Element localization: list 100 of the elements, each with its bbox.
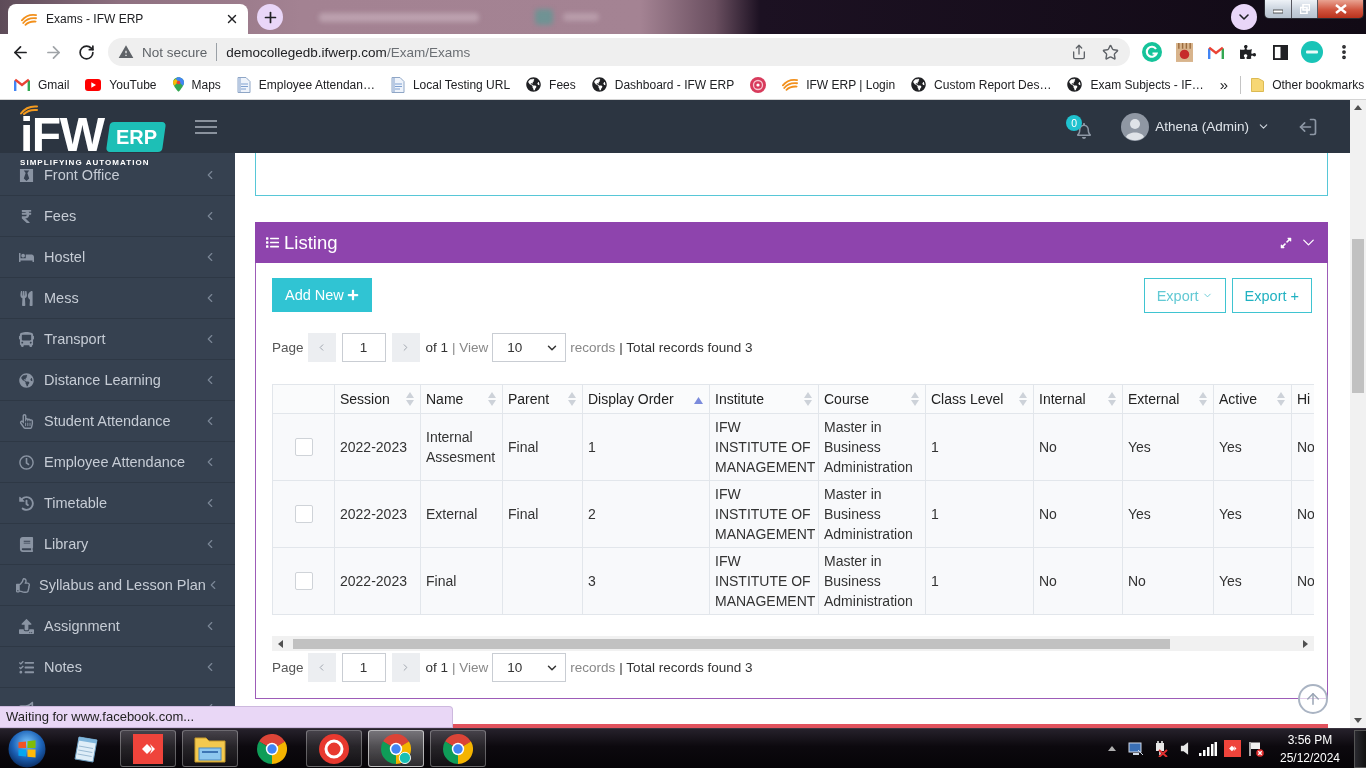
browser-logo-icon[interactable]	[443, 733, 473, 764]
bookmark-link[interactable]: Employee Attendan…	[236, 76, 375, 93]
column-header[interactable]: Name	[420, 384, 503, 414]
scrollbar-thumb[interactable]	[293, 638, 1170, 649]
column-header[interactable]: Active	[1213, 384, 1292, 414]
target-icon[interactable]	[750, 76, 767, 93]
restore-button[interactable]	[1291, 0, 1317, 18]
taskbar-button[interactable]	[306, 730, 362, 767]
bookmark-link[interactable]: Maps	[172, 77, 221, 92]
sidebar-item[interactable]: Library	[0, 524, 235, 565]
row-checkbox[interactable]	[295, 572, 313, 590]
browser-logo-icon[interactable]	[257, 733, 287, 764]
notification-badge: 0	[1066, 114, 1083, 131]
taskbar-button[interactable]	[368, 730, 424, 767]
flag-icon[interactable]	[1248, 740, 1264, 757]
bus-icon	[18, 331, 34, 347]
page-input[interactable]: 1	[341, 653, 386, 682]
table-scrollbar[interactable]	[272, 636, 1314, 651]
column-header[interactable]: Display Order	[582, 384, 710, 414]
play-icon	[85, 78, 102, 91]
bookmark-link[interactable]: Local Testing URL	[390, 76, 511, 93]
document-icon	[236, 76, 251, 93]
clock-date[interactable]: 25/12/2024	[1279, 748, 1341, 767]
column-header[interactable]: Course	[818, 384, 926, 414]
start-orb-icon[interactable]	[8, 729, 46, 768]
scroll-up-arrow-icon[interactable]	[1354, 104, 1362, 112]
row-checkbox[interactable]	[295, 438, 313, 456]
page-scrollbar[interactable]	[1350, 100, 1366, 728]
other-bookmarks-folder[interactable]: Other bookmarks	[1251, 76, 1365, 93]
show-desktop-button[interactable]	[1354, 729, 1366, 768]
taskbar-button[interactable]	[120, 730, 176, 767]
speaker-icon[interactable]	[1179, 741, 1189, 756]
taskbar-button[interactable]	[430, 730, 486, 767]
bookmark-link[interactable]: Gmail	[14, 77, 70, 92]
notepad-icon[interactable]	[71, 733, 101, 764]
page-size-select[interactable]: 10	[492, 653, 567, 682]
monitor-icon[interactable]	[1128, 740, 1144, 757]
bookmark-link[interactable]: Custom Report Des…	[911, 77, 1052, 92]
reload-icon[interactable]	[78, 43, 95, 61]
security-label: Not secure	[142, 44, 208, 60]
column-header[interactable]: Internal	[1033, 384, 1123, 414]
scroll-right-arrow-icon[interactable]	[1301, 639, 1309, 648]
column-header[interactable]: External	[1122, 384, 1214, 414]
globe-icon	[18, 372, 34, 388]
emblem-icon[interactable]	[1175, 42, 1193, 62]
bookmark-link[interactable]: YouTube	[85, 77, 157, 92]
records-label: records	[570, 660, 616, 675]
expand-icon[interactable]	[1280, 236, 1292, 249]
user-menu[interactable]: Athena (Admin)	[1155, 119, 1249, 134]
logo-wordmark: iFW	[20, 116, 104, 154]
browser-tab[interactable]: Exams - IFW ERP	[8, 4, 248, 34]
sidebar-item[interactable]: Distance Learning	[0, 360, 235, 401]
table-cell: No	[1033, 413, 1123, 481]
column-header[interactable]: Session	[334, 384, 421, 414]
sidebar-item[interactable]: Transport	[0, 319, 235, 360]
restore-icon	[1299, 4, 1310, 14]
puzzle-icon[interactable]	[1240, 44, 1256, 60]
map-pin-icon	[172, 77, 184, 92]
tray-arrow-icon[interactable]	[1108, 744, 1116, 753]
share-icon[interactable]	[1071, 44, 1087, 60]
ring-logo-icon[interactable]	[319, 733, 349, 764]
page-input[interactable]: 1	[341, 333, 386, 362]
column-header[interactable]: Class Level	[925, 384, 1034, 414]
table-cell: 1	[582, 413, 710, 481]
swoosh-icon	[782, 78, 799, 91]
globe-icon	[591, 77, 607, 92]
browser-logo-icon[interactable]	[381, 733, 411, 764]
star-icon[interactable]	[1102, 43, 1119, 61]
bookmark-link[interactable]: Fees	[526, 77, 576, 92]
logout-icon[interactable]	[1298, 116, 1318, 137]
bookmarks-overflow-button[interactable]: »	[1219, 76, 1229, 93]
page-count: of 1	[425, 660, 449, 675]
close-window-button[interactable]	[1317, 0, 1363, 18]
table-cell: IFW INSTITUTE OF MANAGEMENT	[709, 480, 819, 548]
menu-icon[interactable]	[195, 119, 217, 134]
diamond-arrows-icon[interactable]	[133, 733, 163, 764]
bookmark-link[interactable]: Exam Subjects - IF…	[1067, 77, 1204, 92]
scroll-down-arrow-icon[interactable]	[1354, 716, 1362, 724]
utensils-icon	[18, 290, 34, 306]
bookmark-link[interactable]: IFW ERP | Login	[782, 77, 896, 92]
column-header[interactable]: Institute	[709, 384, 819, 414]
diamond-arrows-icon[interactable]	[1223, 740, 1241, 757]
mail-m-icon[interactable]	[1208, 45, 1224, 59]
side-panel-icon[interactable]	[1272, 44, 1288, 60]
table-cell: 2	[582, 480, 710, 548]
column-header[interactable]: Parent	[502, 384, 583, 414]
column-header[interactable]: Hi	[1291, 384, 1314, 414]
scrollbar-thumb[interactable]	[1352, 239, 1364, 393]
bookmark-link[interactable]: Dashboard - IFW ERP	[591, 77, 735, 92]
scroll-left-arrow-icon[interactable]	[277, 639, 285, 648]
signal-bars-icon[interactable]	[1199, 741, 1217, 756]
new-tab-button[interactable]	[257, 4, 283, 30]
address-bar[interactable]: Not secure democollegedb.ifwerp.com/Exam/Exams	[108, 38, 1130, 66]
sort-ascending-icon[interactable]	[694, 397, 703, 404]
page-size-select[interactable]: 10	[492, 333, 567, 362]
tab-search-button[interactable]	[1231, 4, 1257, 30]
taskbar-button[interactable]	[182, 730, 238, 767]
close-icon[interactable]	[225, 12, 239, 26]
clock-time[interactable]: 3:56 PM	[1287, 730, 1333, 749]
row-checkbox[interactable]	[295, 505, 313, 523]
